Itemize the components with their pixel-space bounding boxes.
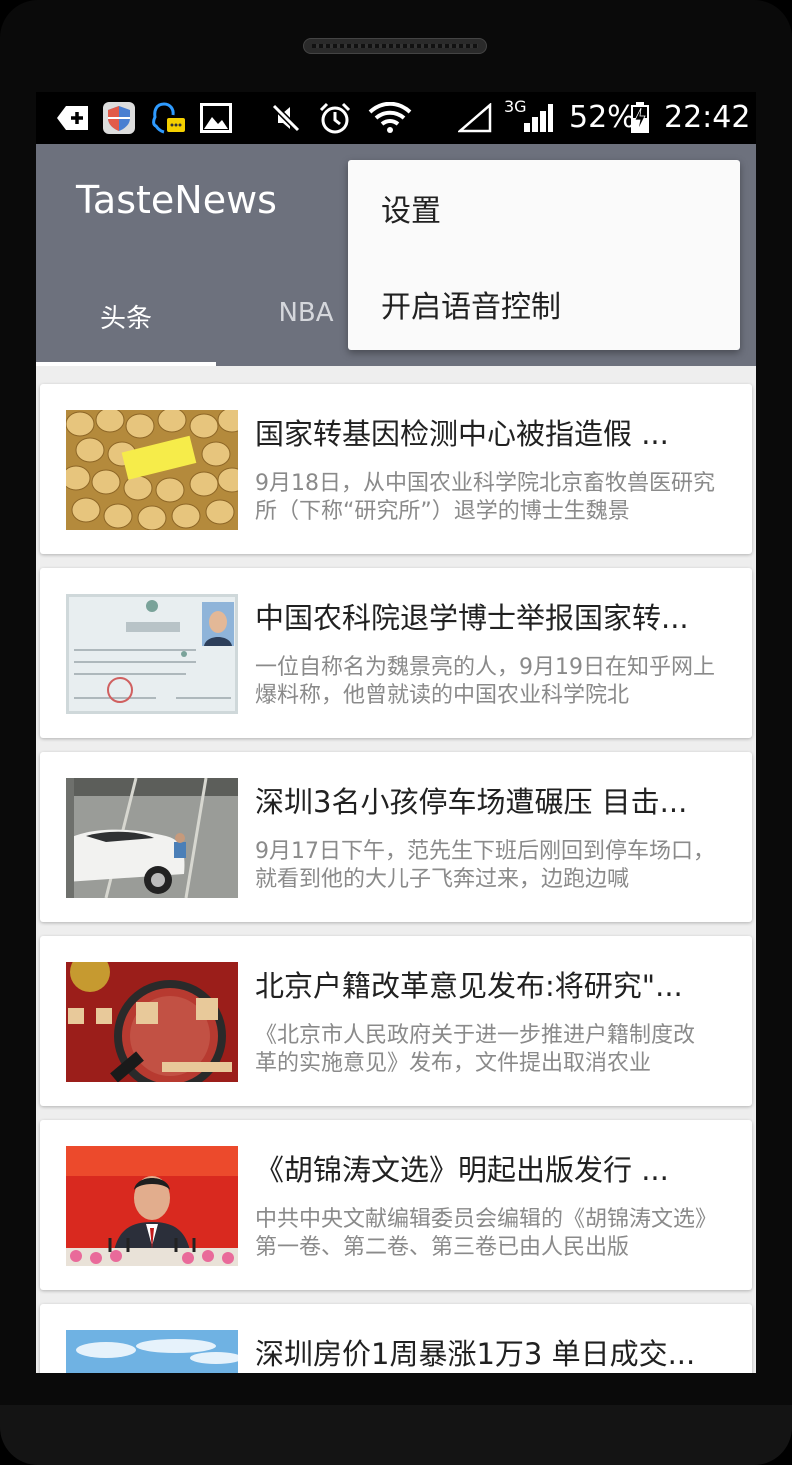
news-summary: 《北京市人民政府关于进一步推进户籍制度改革的实施意见》发布，文件提出取消农业 — [255, 1023, 696, 1076]
news-title: 深圳3名小孩停车场遭碾压 目击... — [255, 785, 688, 819]
qq-chat-icon — [150, 102, 186, 134]
tab-headlines[interactable]: 头条 — [36, 294, 216, 366]
news-card[interactable]: 深圳房价1周暴涨1万3 单日成交... — [40, 1304, 752, 1373]
alarm-icon — [318, 102, 352, 134]
news-title: 中国农科院退学博士举报国家转... — [255, 601, 689, 635]
status-bar: 3G 52% 22:42 — [36, 92, 756, 144]
tab-indicator — [36, 362, 216, 366]
overflow-menu: 设置 开启语音控制 — [348, 160, 740, 350]
news-title: 《胡锦涛文选》明起出版发行 ... — [255, 1153, 669, 1187]
soybeans-image — [66, 410, 238, 530]
news-card[interactable]: 北京户籍改革意见发布:将研究"... 《北京市人民政府关于进一步推进户籍制度改革… — [40, 936, 752, 1106]
tab-label: NBA — [278, 298, 334, 328]
battery-percent: 52% — [569, 100, 636, 135]
news-card[interactable]: 《胡锦涛文选》明起出版发行 ... 中共中央文献编辑委员会编辑的《胡锦涛文选》第… — [40, 1120, 752, 1290]
signal-empty-icon — [458, 102, 492, 134]
news-summary: 9月18日，从中国农业科学院北京畜牧兽医研究所（下称“研究所”）退学的博士生魏景 — [255, 471, 715, 524]
phone-frame: 3G 52% 22:42 TasteNews 头条 NBA 国家转基因检测中心被… — [0, 0, 792, 1465]
add-notification-icon — [56, 102, 90, 134]
news-card[interactable]: 国家转基因检测中心被指造假 ... 9月18日，从中国农业科学院北京畜牧兽医研究… — [40, 384, 752, 554]
news-summary: 一位自称名为魏景亮的人，9月19日在知乎网上爆料称，他曾就读的中国农业科学院北 — [255, 655, 715, 708]
app-screen: TasteNews 头条 NBA 国家转基因检测中心被指造假 ... 9月18日… — [36, 144, 756, 1373]
menu-item-settings[interactable]: 设置 — [348, 162, 740, 254]
picture-icon — [200, 102, 232, 134]
news-card[interactable]: 中国农科院退学博士举报国家转... 一位自称名为魏景亮的人，9月19日在知乎网上… — [40, 568, 752, 738]
signal-3g-icon — [522, 102, 554, 134]
bottom-bezel — [0, 1405, 792, 1465]
tab-label: 头条 — [99, 304, 152, 334]
news-summary: 中共中央文献编辑委员会编辑的《胡锦涛文选》第一卷、第二卷、第三卷已由人民出版 — [255, 1207, 707, 1260]
household-register-image — [66, 962, 238, 1082]
wifi-icon — [368, 102, 412, 134]
battery-charging-icon — [630, 102, 650, 134]
menu-item-voice-control[interactable]: 开启语音控制 — [348, 258, 740, 350]
mute-icon — [270, 102, 302, 134]
speaker-podium-image — [66, 1146, 238, 1266]
parking-car-image — [66, 778, 238, 898]
news-summary: 9月17日下午，范先生下班后刚回到停车场口，就看到他的大儿子飞奔过来，边跑边喊 — [255, 839, 715, 892]
news-title: 深圳房价1周暴涨1万3 单日成交... — [255, 1337, 696, 1371]
city-sky-image — [66, 1330, 238, 1373]
shield-app-icon — [102, 102, 136, 134]
app-title: TasteNews — [76, 178, 277, 222]
news-title: 国家转基因检测中心被指造假 ... — [255, 417, 669, 451]
earpiece-speaker — [303, 38, 487, 54]
news-card[interactable]: 深圳3名小孩停车场遭碾压 目击... 9月17日下午，范先生下班后刚回到停车场口… — [40, 752, 752, 922]
news-title: 北京户籍改革意见发布:将研究"... — [255, 969, 683, 1003]
clock: 22:42 — [664, 100, 751, 135]
certificate-image — [66, 594, 238, 714]
